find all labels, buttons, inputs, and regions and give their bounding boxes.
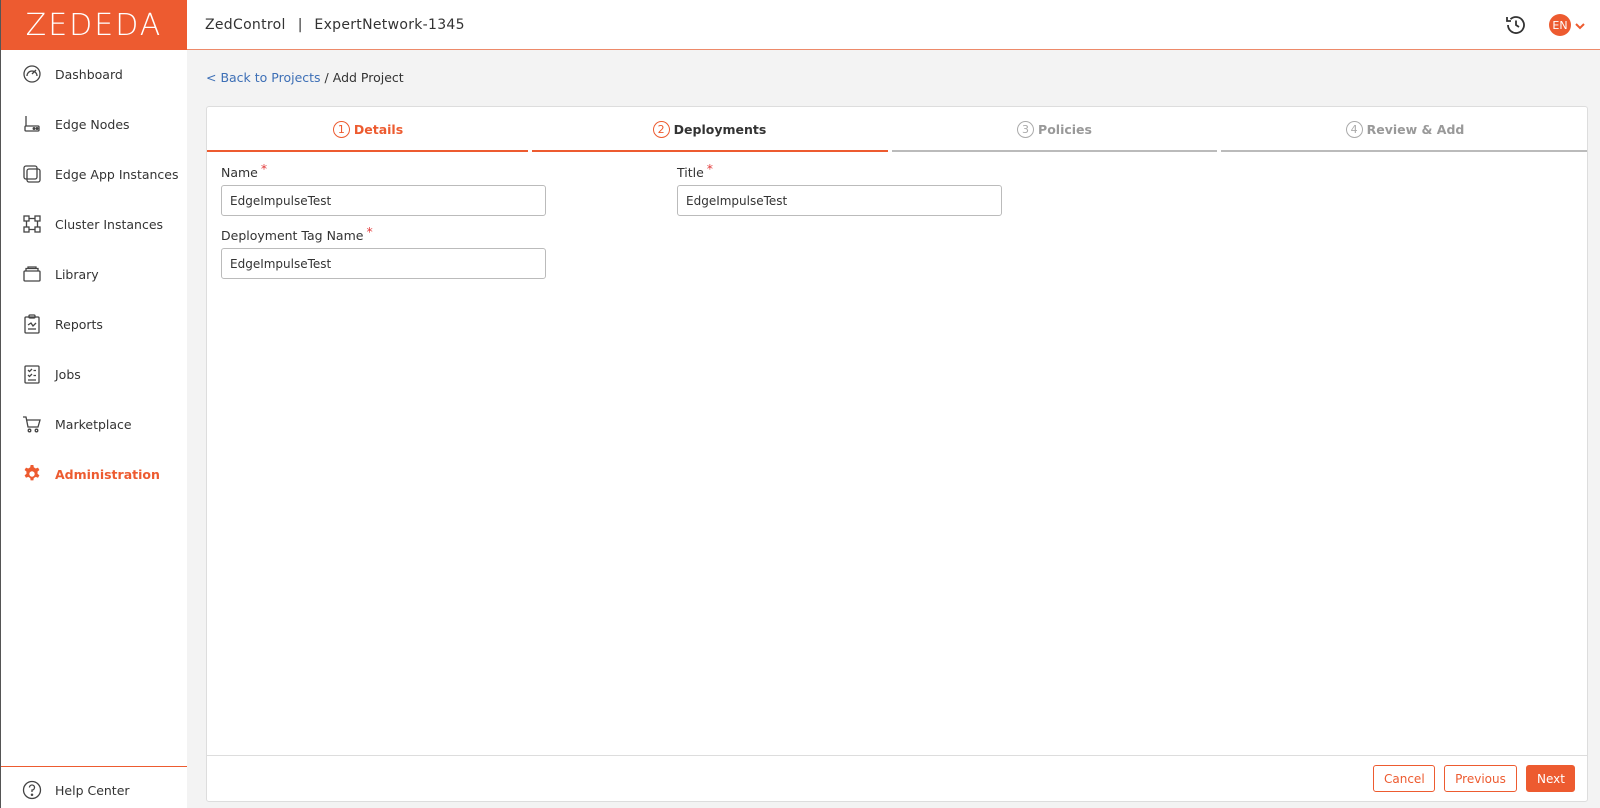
sidebar-item-label: Dashboard [55,66,123,82]
sidebar-item-edge-nodes[interactable]: Edge Nodes [1,104,187,144]
zededa-logo[interactable]: ZEDEDA [1,0,187,50]
sidebar: ZEDEDA Dashboard Edge Nodes Edge App Ins… [0,0,187,808]
sidebar-item-label: Jobs [55,366,81,382]
history-icon[interactable] [1503,12,1529,38]
header-separator: | [297,16,303,33]
sidebar-item-marketplace[interactable]: Marketplace [1,404,187,444]
required-mark: * [706,161,714,176]
step-number: 4 [1345,120,1363,138]
step-label: Details [353,121,404,137]
step-number: 1 [332,120,350,138]
required-mark: * [260,161,268,176]
name-input[interactable] [221,185,546,216]
title-label: Title * [677,161,713,180]
title-input[interactable] [677,185,1002,216]
sidebar-item-administration[interactable]: Administration [1,454,187,494]
sidebar-item-label: Administration [55,466,160,482]
top-header: ZedControl | ExpertNetwork-1345 EN [187,0,1600,50]
breadcrumb-current: Add Project [332,70,404,85]
step-details[interactable]: 1 Details [207,107,529,151]
back-to-projects-link[interactable]: < Back to Projects [206,70,321,85]
dashboard-icon [21,63,43,85]
app-instances-icon [21,163,43,185]
step-details-bar [207,150,528,152]
help-center-link[interactable]: Help Center [1,770,187,808]
reports-icon [21,313,43,335]
edge-node-icon [21,113,43,135]
title-label-text: Title [677,165,704,180]
language-badge: EN [1549,14,1571,36]
step-label: Policies [1038,121,1092,137]
step-number: 2 [652,120,670,138]
step-number: 3 [1017,120,1035,138]
step-review-add[interactable]: 4 Review & Add [1221,107,1589,151]
breadcrumb-separator: / [320,70,333,85]
deployment-tag-label: Deployment Tag Name * [221,224,373,243]
sidebar-divider [1,766,187,767]
jobs-icon [21,363,43,385]
help-icon [21,779,43,801]
sidebar-item-label: Edge Nodes [55,116,130,132]
language-selector[interactable]: EN [1549,14,1586,36]
help-center-label: Help Center [55,782,130,798]
name-label-text: Name [221,165,258,180]
step-deployments[interactable]: 2 Deployments [532,107,887,151]
step-deployments-bar [532,150,888,152]
cluster-icon [21,213,43,235]
step-policies[interactable]: 3 Policies [892,107,1217,151]
next-button[interactable]: Next [1526,765,1575,792]
chevron-down-icon [1574,16,1586,35]
sidebar-item-dashboard[interactable]: Dashboard [1,54,187,94]
product-name: ZedControl [205,16,286,33]
enterprise-name[interactable]: ExpertNetwork-1345 [314,17,464,33]
library-icon [21,263,43,285]
sidebar-item-label: Cluster Instances [55,216,164,232]
step-label: Review & Add [1366,121,1465,137]
sidebar-item-label: Library [55,266,99,282]
step-review-add-bar [1221,150,1587,152]
sidebar-item-reports[interactable]: Reports [1,304,187,344]
previous-button[interactable]: Previous [1444,765,1517,792]
card-footer: Cancel Previous Next [207,755,1587,801]
sidebar-item-cluster-instances[interactable]: Cluster Instances [1,204,187,244]
deployment-tag-input[interactable] [221,248,546,279]
add-project-card: 1 Details 2 Deployments 3 Policies 4 Rev… [206,106,1588,802]
step-label: Deployments [673,121,767,137]
breadcrumb: < Back to Projects / Add Project [206,70,404,85]
sidebar-item-jobs[interactable]: Jobs [1,354,187,394]
sidebar-item-edge-app-instances[interactable]: Edge App Instances [1,154,187,194]
gear-icon [21,463,43,485]
logo-text: ZEDEDA [25,7,163,43]
sidebar-item-label: Reports [55,316,103,332]
sidebar-item-label: Marketplace [55,416,132,432]
sidebar-item-label: Edge App Instances [55,166,179,182]
deployment-tag-label-text: Deployment Tag Name [221,228,364,243]
required-mark: * [366,224,373,239]
cancel-button[interactable]: Cancel [1373,765,1435,792]
cart-icon [21,413,43,435]
name-label: Name * [221,161,267,180]
step-policies-bar [892,150,1217,152]
sidebar-item-library[interactable]: Library [1,254,187,294]
